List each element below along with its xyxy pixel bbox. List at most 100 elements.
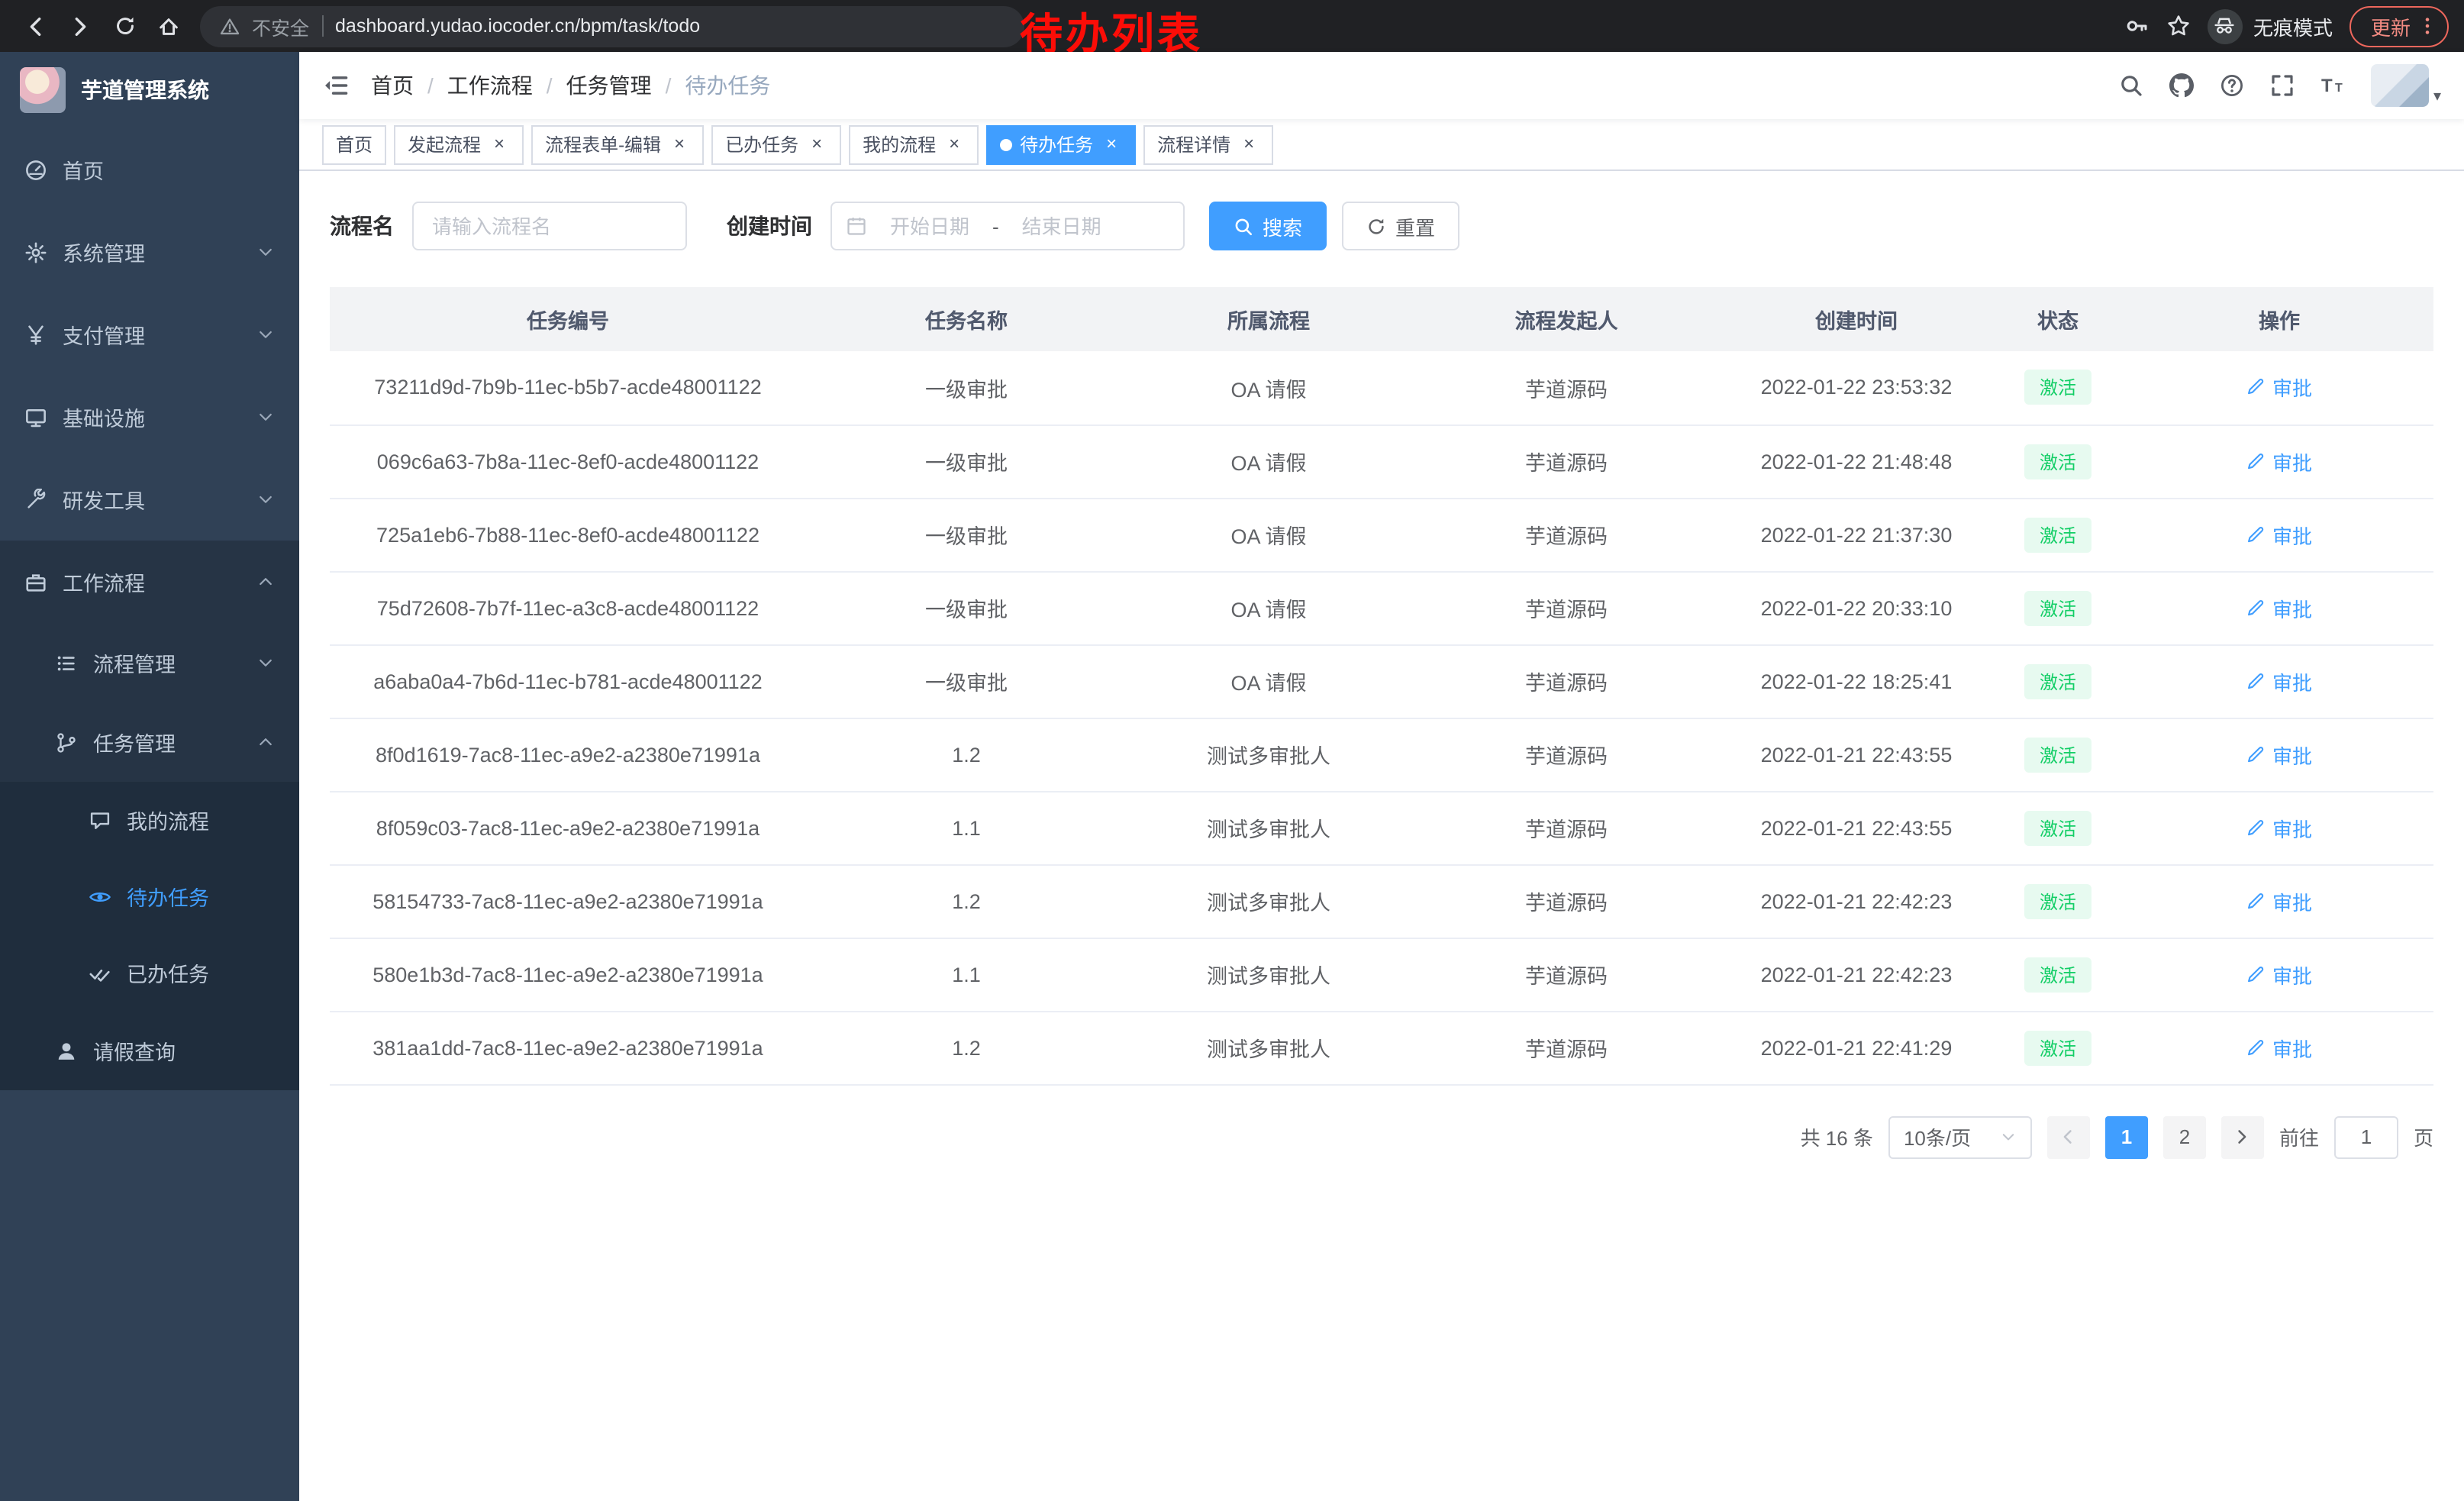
sidebar-item-workflow[interactable]: 工作流程 (0, 541, 299, 623)
app-title: 芋道管理系统 (81, 75, 209, 105)
app-logo[interactable]: 芋道管理系统 (0, 52, 299, 128)
close-icon[interactable]: × (489, 134, 510, 155)
sidebar-item-payment[interactable]: 支付管理 (0, 293, 299, 376)
prev-page-button[interactable] (2047, 1115, 2090, 1158)
close-icon[interactable]: × (1101, 134, 1122, 155)
sidebar-item-home[interactable]: 首页 (0, 128, 299, 211)
pagination: 共 16 条 10条/页 1 2 前往 页 (330, 1115, 2433, 1158)
approve-link[interactable]: 审批 (2246, 1033, 2312, 1062)
cell-created: 2022-01-21 22:42:23 (1722, 864, 1991, 938)
sidebar-item-my-process[interactable]: 我的流程 (0, 782, 299, 858)
incognito-indicator[interactable]: 无痕模式 (2208, 8, 2333, 44)
user-avatar-menu[interactable]: ▾ (2371, 64, 2441, 107)
caret-down-icon (2000, 1128, 2017, 1145)
cell-status: 激活 (1991, 644, 2125, 718)
browser-right-controls: 无痕模式 更新 (2125, 5, 2449, 47)
tab-home[interactable]: 首页 (322, 124, 386, 164)
page-button-2[interactable]: 2 (2163, 1115, 2206, 1158)
cell-starter: 芋道源码 (1411, 791, 1722, 864)
approve-link[interactable]: 审批 (2246, 667, 2312, 696)
logo-image (20, 67, 66, 113)
cell-starter: 芋道源码 (1411, 424, 1722, 498)
cell-actions: 审批 (2125, 791, 2433, 864)
close-icon[interactable]: × (943, 134, 965, 155)
todo-task-table: 任务编号 任务名称 所属流程 流程发起人 创建时间 状态 操作 73211d9d… (330, 287, 2433, 1085)
approve-link[interactable]: 审批 (2246, 593, 2312, 622)
cell-task-id: 8f059c03-7ac8-11ec-a9e2-a2380e71991a (330, 791, 806, 864)
chevron-up-icon (256, 573, 275, 591)
calendar-icon (846, 215, 867, 237)
tab-process-detail[interactable]: 流程详情 × (1143, 124, 1273, 164)
breadcrumb-workflow[interactable]: 工作流程 (447, 70, 533, 101)
sidebar-item-system[interactable]: 系统管理 (0, 211, 299, 293)
header-search-button[interactable] (2119, 73, 2143, 98)
cell-task-id: 069c6a63-7b8a-11ec-8ef0-acde48001122 (330, 424, 806, 498)
key-icon (2125, 14, 2150, 38)
cell-status: 激活 (1991, 718, 2125, 791)
page-size-select[interactable]: 10条/页 (1888, 1115, 2032, 1158)
sidebar-item-todo-task[interactable]: 待办任务 (0, 858, 299, 934)
browser-forward-button[interactable] (60, 5, 101, 47)
breadcrumb-separator: / (666, 73, 672, 98)
monitor-icon (24, 405, 47, 428)
bookmark-star-button[interactable] (2166, 14, 2191, 38)
start-date-input[interactable] (873, 215, 986, 237)
end-date-input[interactable] (1005, 215, 1118, 237)
sidebar-item-infra[interactable]: 基础设施 (0, 376, 299, 458)
sidebar-item-done-task[interactable]: 已办任务 (0, 934, 299, 1011)
star-icon (2166, 14, 2191, 38)
page-button-1[interactable]: 1 (2105, 1115, 2148, 1158)
table-row: 8f0d1619-7ac8-11ec-a9e2-a2380e71991a 1.2… (330, 718, 2433, 791)
approve-link[interactable]: 审批 (2246, 373, 2312, 402)
question-icon (2220, 73, 2244, 98)
reset-button[interactable]: 重置 (1342, 202, 1459, 250)
sidebar-item-devtools[interactable]: 研发工具 (0, 458, 299, 541)
sidebar-item-process-mgmt[interactable]: 流程管理 (0, 623, 299, 702)
edit-icon (2246, 818, 2266, 838)
tab-form-edit[interactable]: 流程表单-编辑 × (531, 124, 704, 164)
approve-link[interactable]: 审批 (2246, 960, 2312, 989)
table-row: 73211d9d-7b9b-11ec-b5b7-acde48001122 一级审… (330, 351, 2433, 424)
search-button[interactable]: 搜索 (1209, 202, 1327, 250)
github-link[interactable] (2169, 73, 2194, 98)
sidebar-item-leave-query[interactable]: 请假查询 (0, 1011, 299, 1090)
tab-todo-task[interactable]: 待办任务 × (986, 124, 1136, 164)
tab-start-process[interactable]: 发起流程 × (394, 124, 524, 164)
close-icon[interactable]: × (806, 134, 827, 155)
approve-link[interactable]: 审批 (2246, 813, 2312, 842)
close-icon[interactable]: × (1238, 134, 1259, 155)
chrome-update-button[interactable]: 更新 (2350, 5, 2449, 47)
goto-page-input[interactable] (2334, 1115, 2398, 1158)
process-name-input[interactable] (412, 202, 687, 250)
browser-home-button[interactable] (148, 5, 189, 47)
approve-link[interactable]: 审批 (2246, 520, 2312, 549)
navbar-right-controls: ▾ (2119, 64, 2441, 107)
chevron-down-icon (256, 243, 275, 261)
browser-reload-button[interactable] (104, 5, 145, 47)
fullscreen-button[interactable] (2270, 73, 2295, 98)
tab-done-task[interactable]: 已办任务 × (711, 124, 841, 164)
cell-created: 2022-01-21 22:43:55 (1722, 791, 1991, 864)
sidebar-collapse-button[interactable] (322, 72, 350, 99)
next-page-button[interactable] (2221, 1115, 2264, 1158)
breadcrumb-home[interactable]: 首页 (371, 70, 414, 101)
address-bar[interactable]: 不安全 dashboard.yudao.iocoder.cn/bpm/task/… (200, 5, 1024, 47)
cell-created: 2022-01-22 21:37:30 (1722, 498, 1991, 571)
browser-back-button[interactable] (15, 5, 56, 47)
col-process: 所属流程 (1127, 287, 1411, 351)
sidebar-item-task-mgmt[interactable]: 任务管理 (0, 702, 299, 782)
cell-starter: 芋道源码 (1411, 1011, 1722, 1084)
docs-help-button[interactable] (2220, 73, 2244, 98)
close-icon[interactable]: × (669, 134, 690, 155)
approve-link[interactable]: 审批 (2246, 740, 2312, 769)
breadcrumb-task-mgmt[interactable]: 任务管理 (566, 70, 652, 101)
kebab-menu-icon[interactable] (2417, 15, 2438, 37)
approve-label: 审批 (2272, 520, 2312, 549)
approve-link[interactable]: 审批 (2246, 447, 2312, 476)
approve-link[interactable]: 审批 (2246, 886, 2312, 915)
font-size-button[interactable] (2320, 73, 2345, 98)
tab-my-process[interactable]: 我的流程 × (849, 124, 979, 164)
breadcrumb-current: 待办任务 (685, 70, 770, 101)
password-key-button[interactable] (2125, 14, 2150, 38)
date-range-picker[interactable]: - (830, 202, 1185, 250)
